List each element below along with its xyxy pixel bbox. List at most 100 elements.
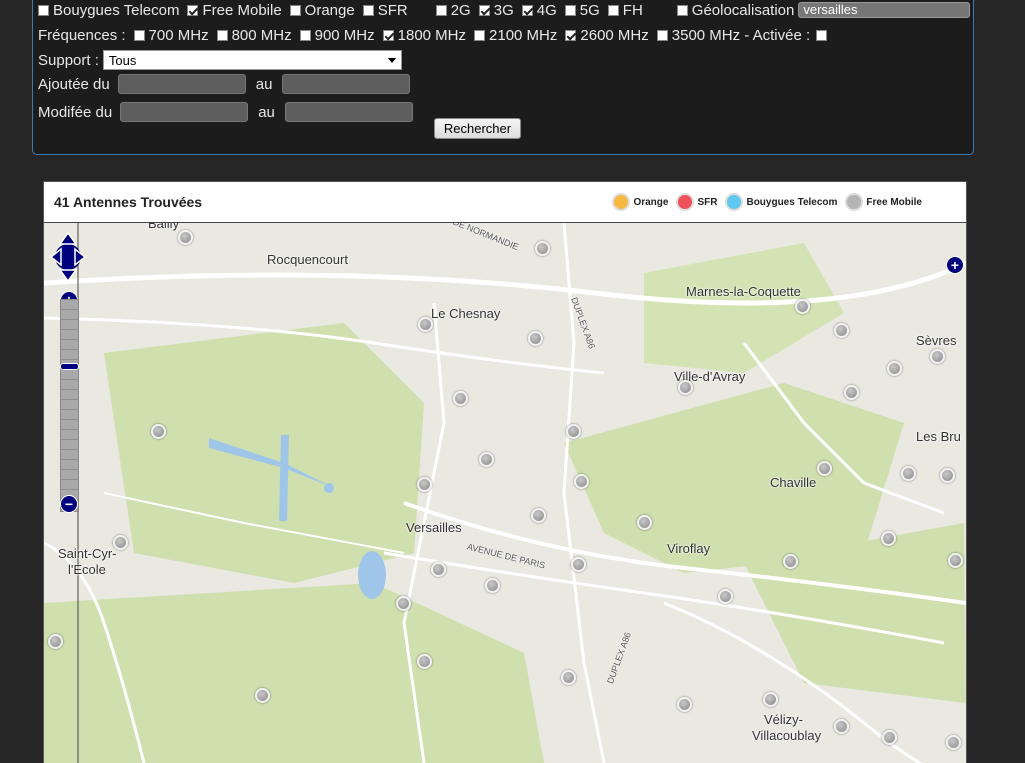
antenna-marker-free[interactable] — [678, 380, 693, 395]
checkbox-fh[interactable] — [607, 4, 619, 16]
support-select[interactable]: Tous — [102, 50, 402, 70]
checkbox-2600mhz[interactable] — [565, 29, 577, 41]
checkbox-3g[interactable] — [478, 4, 490, 16]
checkbox-geolocation[interactable] — [676, 4, 688, 16]
map-legend: Orange SFR Bouygues Telecom Free Mobile — [604, 193, 922, 211]
zoom-out-button[interactable]: − — [60, 495, 78, 513]
antenna-marker-free[interactable] — [901, 466, 916, 481]
modified-to-input[interactable] — [284, 102, 413, 122]
antenna-marker-free[interactable] — [431, 562, 446, 577]
place-label: Sèvres — [916, 333, 957, 348]
zoom-slider-handle[interactable] — [60, 363, 79, 370]
antenna-marker-free[interactable] — [795, 299, 810, 314]
label-sfr: SFR — [377, 1, 408, 19]
place-label: Villacoublay — [752, 728, 822, 743]
antenna-marker-free[interactable] — [531, 508, 546, 523]
checkbox-2g[interactable] — [435, 4, 447, 16]
antenna-marker-free[interactable] — [948, 553, 963, 568]
checkbox-5g[interactable] — [564, 4, 576, 16]
label-700mhz: 700 MHz — [148, 26, 209, 44]
antenna-marker-free[interactable] — [571, 557, 586, 572]
antenna-marker-free[interactable] — [396, 596, 411, 611]
checkbox-1800mhz[interactable] — [382, 29, 394, 41]
legend-free-label: Free Mobile — [866, 196, 922, 208]
antenna-marker-free[interactable] — [677, 697, 692, 712]
antenna-marker-free[interactable] — [453, 391, 468, 406]
antenna-marker-free[interactable] — [882, 730, 897, 745]
antenna-marker-free[interactable] — [718, 589, 733, 604]
antenna-marker-free[interactable] — [763, 692, 778, 707]
antenna-marker-free[interactable] — [574, 474, 589, 489]
legend-orange-marker-icon — [612, 193, 631, 211]
checkbox-2100mhz[interactable] — [474, 29, 486, 41]
chevron-down-icon — [387, 57, 396, 63]
antenna-marker-free[interactable] — [178, 230, 193, 245]
added-to-input[interactable] — [282, 74, 411, 94]
support-select-value: Tous — [108, 52, 137, 68]
geolocation-input[interactable]: versailles — [798, 2, 971, 18]
place-label: Chaville — [770, 475, 817, 490]
antenna-marker-free[interactable] — [940, 468, 955, 483]
label-2g: 2G — [450, 1, 471, 19]
antenna-marker-free[interactable] — [418, 317, 433, 332]
checkbox-4g[interactable] — [521, 4, 533, 16]
antenna-marker-free[interactable] — [834, 719, 849, 734]
antenna-marker-free[interactable] — [485, 578, 500, 593]
legend-bouygues-label: Bouygues Telecom — [746, 196, 838, 208]
place-label: Versailles — [406, 520, 462, 535]
checkbox-3500mhz[interactable] — [656, 29, 668, 41]
antenna-map[interactable]: Bailly Rocquencourt Le Chesnay Marnes-la… — [44, 223, 966, 763]
checkbox-900mhz[interactable] — [299, 29, 311, 41]
place-label: Bailly — [148, 223, 180, 231]
zoom-slider[interactable] — [60, 299, 79, 512]
legend-orange-label: Orange — [633, 196, 669, 208]
antenna-marker-free[interactable] — [817, 461, 832, 476]
modified-from-label: Modifée du — [38, 103, 113, 121]
modified-date-row: Modifée du au — [38, 102, 413, 122]
label-3g: 3G — [493, 1, 514, 19]
antenna-marker-free[interactable] — [535, 241, 550, 256]
checkbox-bouygues[interactable] — [38, 4, 49, 16]
label-1800mhz: 1800 MHz — [397, 26, 467, 44]
legend-free-marker-icon — [845, 193, 864, 211]
antenna-marker-free[interactable] — [834, 323, 849, 338]
antenna-marker-free[interactable] — [566, 424, 581, 439]
antenna-marker-free[interactable] — [113, 535, 128, 550]
place-label: Les Bru — [916, 429, 961, 444]
place-label: Viroflay — [667, 541, 711, 556]
antenna-marker-free[interactable] — [637, 515, 652, 530]
added-from-input[interactable] — [117, 74, 246, 94]
support-row: Support : Tous — [38, 50, 402, 70]
checkbox-700mhz[interactable] — [133, 29, 145, 41]
pan-control-icon[interactable] — [50, 232, 86, 282]
modified-from-input[interactable] — [120, 102, 249, 122]
antenna-marker-free[interactable] — [930, 349, 945, 364]
antenna-marker-free[interactable] — [946, 735, 961, 750]
search-button[interactable]: Rechercher — [434, 118, 521, 139]
antenna-marker-free[interactable] — [151, 424, 166, 439]
checkbox-free-mobile[interactable] — [187, 4, 199, 16]
antenna-marker-free[interactable] — [783, 554, 798, 569]
checkbox-activee[interactable] — [816, 29, 828, 41]
piece-d-eau — [358, 551, 386, 599]
results-panel: 41 Antennes Trouvées Orange SFR Bouygues… — [43, 181, 967, 763]
label-fh: FH — [622, 1, 643, 19]
layer-switcher-button[interactable]: + — [946, 256, 964, 274]
antenna-marker-free[interactable] — [479, 452, 494, 467]
antenna-marker-free[interactable] — [417, 477, 432, 492]
antenna-marker-free[interactable] — [48, 634, 63, 649]
antenna-marker-free[interactable] — [255, 688, 270, 703]
antenna-marker-free[interactable] — [887, 361, 902, 376]
antenna-marker-free[interactable] — [528, 331, 543, 346]
checkbox-800mhz[interactable] — [216, 29, 228, 41]
checkbox-sfr[interactable] — [362, 4, 374, 16]
antenna-marker-free[interactable] — [417, 654, 432, 669]
frequencies-label: Fréquences : — [38, 26, 126, 44]
label-2100mhz: 2100 MHz — [489, 26, 558, 44]
legend-bouygues-marker-icon — [725, 193, 744, 211]
antenna-marker-free[interactable] — [561, 670, 576, 685]
checkbox-orange[interactable] — [289, 4, 301, 16]
antenna-marker-free[interactable] — [881, 531, 896, 546]
antenna-marker-free[interactable] — [844, 385, 859, 400]
antenna-count: 41 Antennes Trouvées — [54, 194, 203, 210]
